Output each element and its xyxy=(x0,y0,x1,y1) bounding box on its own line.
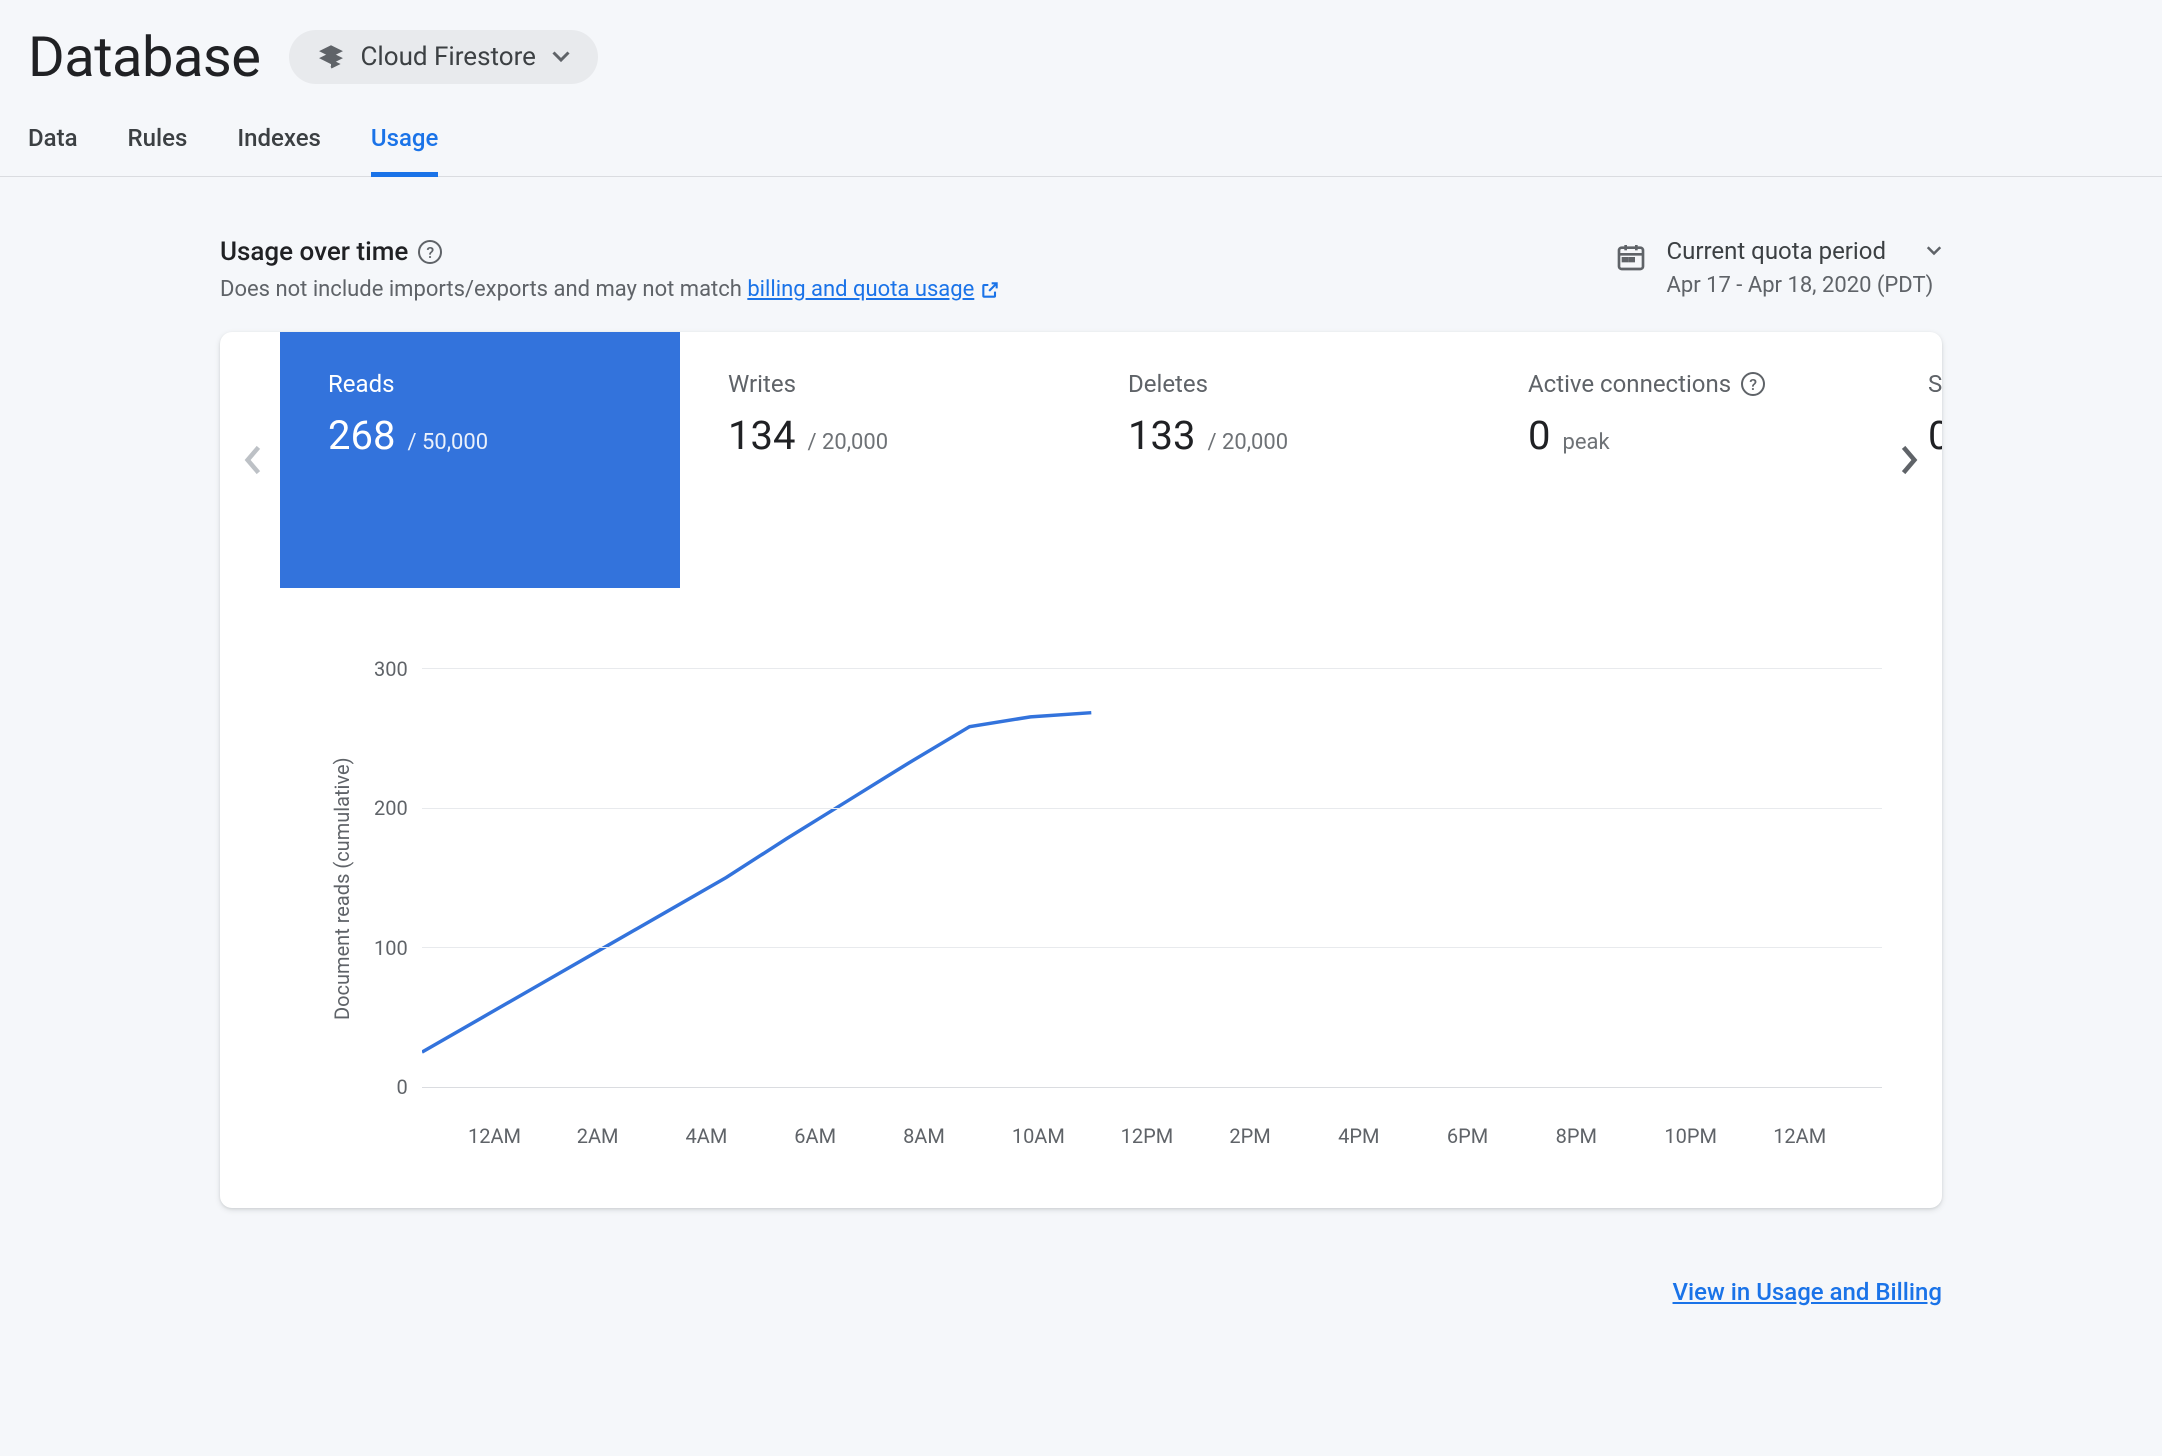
period-picker[interactable]: Current quota period Apr 17 - Apr 18, 20… xyxy=(1615,237,1943,298)
tabs-nav: Data Rules Indexes Usage xyxy=(0,90,2162,177)
tab-rules[interactable]: Rules xyxy=(128,124,188,176)
metric-label: Deletes xyxy=(1128,370,1208,398)
tab-indexes[interactable]: Indexes xyxy=(237,124,321,176)
database-selector-label: Cloud Firestore xyxy=(361,42,536,72)
help-icon[interactable]: ? xyxy=(1741,372,1765,396)
metric-value: 268 xyxy=(328,412,395,459)
section-title: Usage over time xyxy=(220,237,408,267)
database-selector[interactable]: Cloud Firestore xyxy=(289,30,598,84)
usage-card: Reads 268 / 50,000 Writes 134 / 20,000 xyxy=(220,332,1942,1208)
period-range: Apr 17 - Apr 18, 2020 (PDT) xyxy=(1667,273,1943,298)
chart-line xyxy=(422,668,1882,1087)
metric-reads[interactable]: Reads 268 / 50,000 xyxy=(280,332,680,588)
metric-writes[interactable]: Writes 134 / 20,000 xyxy=(680,332,1080,588)
tab-data[interactable]: Data xyxy=(28,124,78,176)
tab-usage[interactable]: Usage xyxy=(371,124,438,177)
metric-value: 134 xyxy=(728,412,795,459)
metric-label: Snapsh xyxy=(1928,370,1942,398)
view-usage-billing-link[interactable]: View in Usage and Billing xyxy=(1673,1278,1942,1306)
metric-label: Writes xyxy=(728,370,796,398)
metrics-scroll-left[interactable] xyxy=(234,435,272,485)
period-label: Current quota period xyxy=(1667,237,1887,265)
metrics-scroll-right[interactable] xyxy=(1890,435,1928,485)
calendar-icon xyxy=(1615,241,1647,273)
dropdown-caret-icon xyxy=(1926,246,1942,256)
metric-value: 0 xyxy=(1928,412,1942,459)
chart-y-axis-label: Document reads (cumulative) xyxy=(330,668,354,1110)
chart-plot xyxy=(422,668,1882,1088)
chart-y-ticks: 300 200 100 0 xyxy=(374,657,422,1099)
metric-deletes[interactable]: Deletes 133 / 20,000 xyxy=(1080,332,1480,588)
help-icon[interactable]: ? xyxy=(418,240,442,264)
external-link-icon xyxy=(980,280,1000,300)
chart-x-ticks: 12AM2AM4AM6AM8AM10AM12PM2PM4PM6PM8PM10PM… xyxy=(496,1124,1882,1148)
page-title: Database xyxy=(28,24,261,90)
firestore-icon xyxy=(317,43,345,71)
chart-area: Document reads (cumulative) 300 200 100 … xyxy=(220,588,1942,1208)
metric-value: 133 xyxy=(1128,412,1195,459)
metric-value: 0 xyxy=(1528,412,1550,459)
dropdown-caret-icon xyxy=(552,51,570,63)
metric-denom: / 20,000 xyxy=(1207,430,1288,455)
metric-denom: peak xyxy=(1562,430,1609,455)
metric-denom: / 20,000 xyxy=(807,430,888,455)
metrics-row: Reads 268 / 50,000 Writes 134 / 20,000 xyxy=(220,332,1942,588)
metric-label: Active connections xyxy=(1528,370,1731,398)
metric-denom: / 50,000 xyxy=(407,430,488,455)
metric-label: Reads xyxy=(328,370,395,398)
section-subtitle: Does not include imports/exports and may… xyxy=(220,277,1000,302)
billing-quota-link[interactable]: billing and quota usage xyxy=(747,277,1000,302)
metric-active-connections[interactable]: Active connections ? 0 peak xyxy=(1480,332,1880,588)
